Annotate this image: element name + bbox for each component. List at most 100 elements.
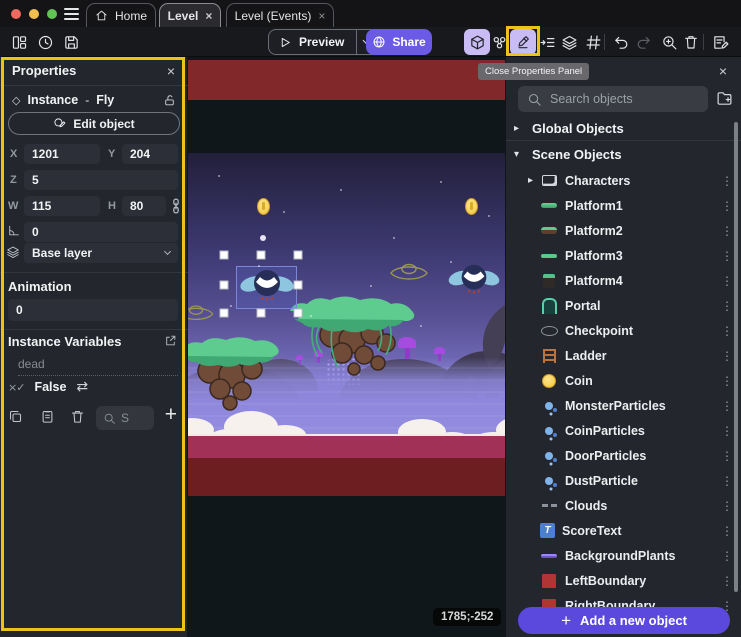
object-menu-icon[interactable]: ⋮ xyxy=(720,424,734,438)
variable-name[interactable]: dead xyxy=(18,357,178,376)
object-menu-icon[interactable]: ⋮ xyxy=(720,299,734,313)
variables-search-input[interactable]: S xyxy=(96,406,154,430)
tab-home[interactable]: Home xyxy=(86,3,156,27)
preview-button[interactable]: Preview xyxy=(268,29,379,55)
selection-handle[interactable] xyxy=(220,281,229,290)
object-row[interactable]: Platform4 ⋮ xyxy=(506,268,734,293)
delete-button[interactable] xyxy=(678,29,704,55)
platform-island-center[interactable] xyxy=(284,293,424,393)
add-object-button[interactable]: + Add a new object xyxy=(518,607,730,634)
grid-button[interactable] xyxy=(580,29,606,55)
object-row[interactable]: Platform3 ⋮ xyxy=(506,243,734,268)
object-menu-icon[interactable]: ⋮ xyxy=(720,174,734,188)
layers-button[interactable] xyxy=(556,29,582,55)
add-folder-icon[interactable] xyxy=(716,90,733,107)
h-field-input[interactable]: 80 xyxy=(122,196,166,216)
main-menu-icon[interactable] xyxy=(64,8,79,20)
app-window: Home Level × Level (Events) × Preview xyxy=(0,0,741,637)
object-menu-icon[interactable]: ⋮ xyxy=(720,449,734,463)
objects-scrollbar[interactable] xyxy=(734,122,738,592)
history-button[interactable] xyxy=(32,29,58,55)
selection-handle[interactable] xyxy=(220,251,229,260)
object-menu-icon[interactable]: ⋮ xyxy=(720,549,734,563)
object-row[interactable]: Clouds ⋮ xyxy=(506,493,734,518)
selection-handle[interactable] xyxy=(257,309,266,318)
unlock-icon[interactable] xyxy=(163,94,176,107)
object-row[interactable]: CoinParticles ⋮ xyxy=(506,418,734,443)
paste-variable-button[interactable] xyxy=(40,409,55,424)
object-menu-icon[interactable]: ⋮ xyxy=(720,224,734,238)
object-row[interactable]: Portal ⋮ xyxy=(506,293,734,318)
object-row[interactable]: Coin ⋮ xyxy=(506,368,734,393)
selected-fly-instance[interactable] xyxy=(239,266,295,306)
angle-field-input[interactable]: 0 xyxy=(24,222,178,242)
edit-object-button[interactable]: Edit object xyxy=(8,112,180,135)
layer-select[interactable]: Base layer xyxy=(24,243,178,263)
object-row[interactable]: Platform2 ⋮ xyxy=(506,218,734,243)
group-scene-objects[interactable]: ▾ Scene Objects xyxy=(506,142,734,166)
tab-level-close-icon[interactable]: × xyxy=(205,9,212,23)
object-menu-icon[interactable]: ⋮ xyxy=(720,499,734,513)
selection-handle[interactable] xyxy=(294,309,303,318)
copy-variable-button[interactable] xyxy=(8,409,23,424)
selection-handle[interactable] xyxy=(294,251,303,260)
w-field-input[interactable]: 115 xyxy=(24,196,100,216)
coin-object[interactable] xyxy=(257,198,270,215)
object-row[interactable]: DoorParticles ⋮ xyxy=(506,443,734,468)
object-row[interactable]: LeftBoundary ⋮ xyxy=(506,568,734,593)
group-global-objects[interactable]: ▸ Global Objects xyxy=(506,116,734,140)
object-menu-icon[interactable]: ⋮ xyxy=(720,474,734,488)
object-menu-icon[interactable]: ⋮ xyxy=(720,274,734,288)
panels-layout-button[interactable] xyxy=(6,29,32,55)
objects-close-icon[interactable]: × xyxy=(719,63,727,79)
object-menu-icon[interactable]: ⋮ xyxy=(720,524,734,538)
object-row[interactable]: Checkpoint ⋮ xyxy=(506,318,734,343)
redo-button[interactable] xyxy=(630,29,656,55)
object-menu-icon[interactable]: ⋮ xyxy=(720,349,734,363)
toggle-value-icon[interactable]: ⇄ xyxy=(76,379,88,395)
y-field-input[interactable]: 204 xyxy=(122,144,178,164)
object-menu-icon[interactable]: ⋮ xyxy=(720,574,734,588)
x-field-input[interactable]: 1201 xyxy=(24,144,100,164)
variable-value[interactable]: False xyxy=(34,380,66,394)
tab-level-events[interactable]: Level (Events) × xyxy=(226,3,334,27)
tab-level[interactable]: Level × xyxy=(159,3,221,27)
fly-object[interactable] xyxy=(447,261,501,299)
objects-search-input[interactable]: Search objects xyxy=(518,86,708,112)
window-close-button[interactable] xyxy=(11,9,21,19)
add-variable-button[interactable]: + xyxy=(165,403,177,427)
z-field-input[interactable]: 5 xyxy=(24,170,178,190)
properties-close-icon[interactable]: × xyxy=(167,63,175,79)
object-groups-button[interactable] xyxy=(486,29,512,55)
delete-variable-button[interactable] xyxy=(70,409,85,424)
selection-handle[interactable] xyxy=(257,251,266,260)
window-zoom-button[interactable] xyxy=(47,9,57,19)
selection-handle[interactable] xyxy=(220,309,229,318)
platform-island-left[interactable] xyxy=(188,331,286,423)
object-row[interactable]: ▸ Characters ⋮ xyxy=(506,168,734,193)
object-menu-icon[interactable]: ⋮ xyxy=(720,199,734,213)
save-button[interactable] xyxy=(58,29,84,55)
object-menu-icon[interactable]: ⋮ xyxy=(720,374,734,388)
object-row[interactable]: BackgroundPlants ⋮ xyxy=(506,543,734,568)
object-row[interactable]: Platform1 ⋮ xyxy=(506,193,734,218)
edit-scene-events-button[interactable] xyxy=(707,29,733,55)
object-row[interactable]: MonsterParticles ⋮ xyxy=(506,393,734,418)
selection-handle[interactable] xyxy=(294,281,303,290)
object-menu-icon[interactable]: ⋮ xyxy=(720,249,734,263)
object-menu-icon[interactable]: ⋮ xyxy=(720,399,734,413)
object-row[interactable]: T ScoreText ⋮ xyxy=(506,518,734,543)
window-minimize-button[interactable] xyxy=(29,9,39,19)
play-icon xyxy=(279,36,292,49)
dust-particle-object[interactable] xyxy=(260,235,266,241)
object-row[interactable]: Ladder ⋮ xyxy=(506,343,734,368)
open-variables-icon[interactable] xyxy=(164,334,177,347)
object-menu-icon[interactable]: ⋮ xyxy=(720,324,734,338)
object-row[interactable]: DustParticle ⋮ xyxy=(506,468,734,493)
coin-object[interactable] xyxy=(465,198,478,215)
animation-input[interactable]: 0 xyxy=(8,299,178,321)
toggle-properties-panel-button[interactable] xyxy=(510,29,536,55)
lock-ratio-icon[interactable] xyxy=(170,198,182,214)
tab-level-events-close-icon[interactable]: × xyxy=(318,9,325,23)
share-button[interactable]: Share xyxy=(366,29,432,55)
